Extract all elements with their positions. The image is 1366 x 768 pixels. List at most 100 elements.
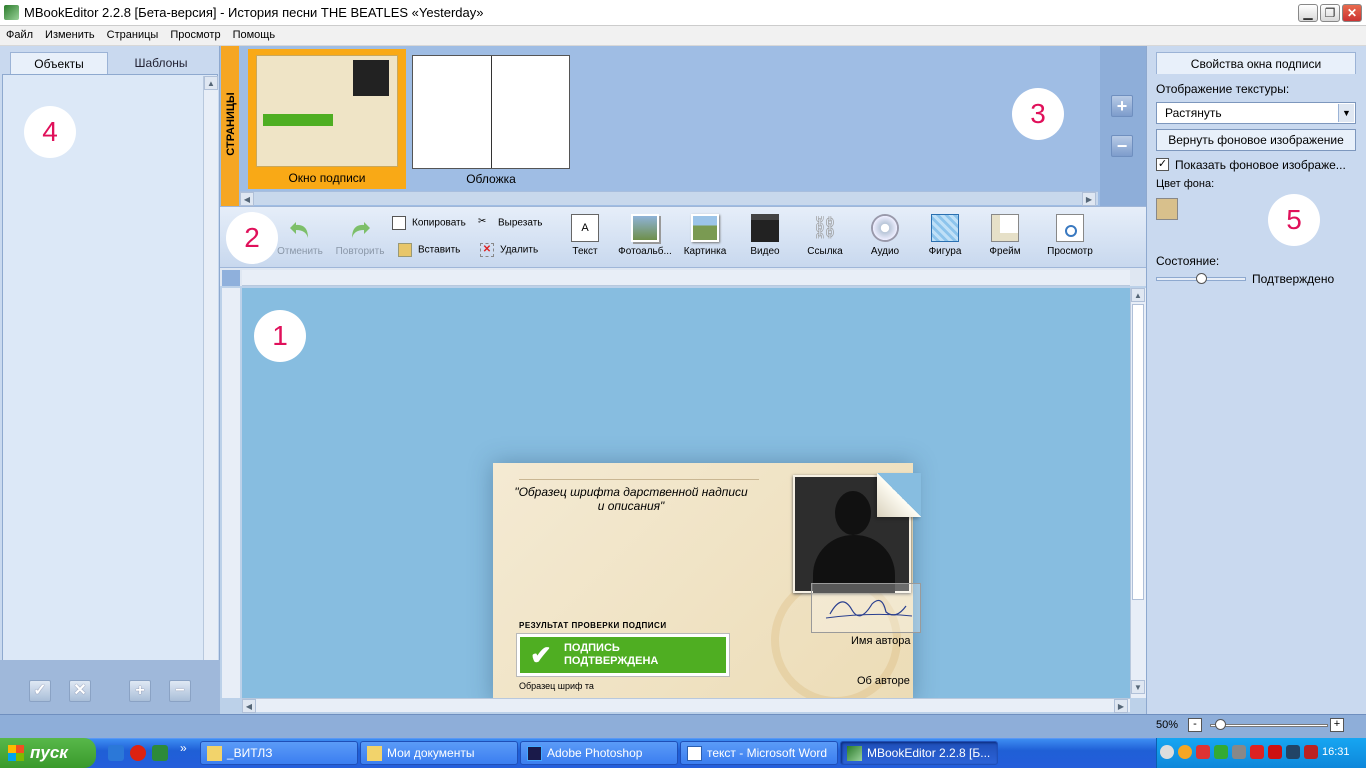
taskbar-item[interactable]: Мои документы [360,741,518,765]
signature-box[interactable] [811,583,921,633]
scroll-thumb[interactable] [1132,304,1144,600]
dedication-sample-text[interactable]: "Образец шрифта дарственной надписи и оп… [511,485,751,513]
scroll-up-arrow-icon[interactable]: ▲ [1131,288,1145,302]
delete-button[interactable]: ✕ Удалить [480,243,538,261]
zoom-increase-button[interactable]: + [1330,718,1344,732]
taskbar-item[interactable]: текст - Microsoft Word [680,741,838,765]
background-color-picker[interactable] [1156,198,1178,220]
zoom-out-button[interactable]: − [1111,135,1133,157]
signature-page[interactable]: "Образец шрифта дарственной надписи и оп… [493,463,921,698]
texture-select[interactable]: Растянуть ▼ [1156,102,1356,124]
tool-label: Видео [750,246,780,257]
thumbnail-preview [256,55,398,167]
canvas-horizontal-scrollbar[interactable]: ◀ ▶ [242,698,1130,713]
divider [519,479,759,480]
about-author-text[interactable]: Об авторе [857,675,910,687]
shape-tool-button[interactable]: Фигура [915,212,975,264]
zoom-in-button[interactable]: + [1111,95,1133,117]
quicklaunch-more-icon[interactable]: » [180,741,187,755]
editor-canvas[interactable]: "Образец шрифта дарственной надписи и оп… [242,288,1130,698]
clapperboard-icon [751,214,779,242]
confirm-button[interactable]: ✓ [29,680,51,702]
scroll-right-arrow-icon[interactable]: ▶ [1082,192,1096,206]
cut-label: Вырезать [498,217,543,229]
tray-app-icon[interactable] [1232,745,1246,759]
zoom-slider-handle[interactable] [1215,719,1226,730]
picture-tool-button[interactable]: Картинка [675,212,735,264]
cancel-button[interactable]: ✕ [69,680,91,702]
author-name-text[interactable]: Имя автора [851,635,910,647]
text-tool-button[interactable]: A Текст [555,212,615,264]
tray-app-icon[interactable] [1250,745,1264,759]
menu-help[interactable]: Помощь [227,26,282,41]
tab-signature-properties[interactable]: Свойства окна подписи [1156,52,1356,74]
tray-app-icon[interactable] [1286,745,1300,759]
photoshop-icon [527,746,542,761]
objects-list[interactable] [2,74,218,706]
menu-view[interactable]: Просмотр [164,26,226,41]
paste-button[interactable]: Вставить [398,243,460,261]
texture-label: Отображение текстуры: [1156,82,1290,96]
canvas-vertical-scrollbar[interactable]: ▲ ▼ [1130,288,1146,698]
video-tool-button[interactable]: Видео [735,212,795,264]
tab-objects[interactable]: Объекты [10,52,108,74]
preview-button[interactable]: Просмотр [1040,212,1100,264]
chevron-down-icon[interactable]: ▼ [1338,104,1354,122]
show-background-label: Показать фоновое изображе... [1175,158,1346,172]
copy-button[interactable]: Копировать [392,216,466,234]
cut-button[interactable]: ✂ Вырезать [478,216,542,234]
taskbar-item[interactable]: _ВИТЛЗ [200,741,358,765]
menu-pages[interactable]: Страницы [101,26,165,41]
text-icon: A [571,214,599,242]
page-thumbnail-cover[interactable] [412,55,570,169]
delete-icon: ✕ [480,243,494,257]
tray-app-icon[interactable] [1178,745,1192,759]
audio-tool-button[interactable]: Аудио [855,212,915,264]
tray-app-icon[interactable] [1214,745,1228,759]
signature-confirmed-banner[interactable]: ✔ ПОДПИСЬ ПОДТВЕРЖДЕНА [516,633,730,677]
menu-file[interactable]: Файл [0,26,39,41]
frame-tool-button[interactable]: Фрейм [975,212,1035,264]
scroll-down-arrow-icon[interactable]: ▼ [1131,680,1145,694]
maximize-button[interactable]: ❐ [1320,4,1340,22]
state-slider-handle[interactable] [1196,273,1207,284]
zoom-decrease-button[interactable]: - [1188,718,1202,732]
start-button[interactable]: пуск [0,738,96,768]
page-thumbnail-signature[interactable]: Окно подписи [248,49,406,189]
add-object-button[interactable]: + [129,680,151,702]
undo-button[interactable]: Отменить [270,212,330,264]
opera-icon[interactable] [130,745,146,761]
font-sample-text[interactable]: Образец шриф та [519,681,594,691]
remove-object-button[interactable]: − [169,680,191,702]
tray-app-icon[interactable] [1268,745,1282,759]
scroll-right-arrow-icon[interactable]: ▶ [1114,699,1128,713]
tab-templates[interactable]: Шаблоны [108,52,214,74]
pages-scrollbar[interactable]: ◀ ▶ [240,191,1098,206]
menu-edit[interactable]: Изменить [39,26,101,41]
tool-label: Текст [572,246,598,257]
photoalbum-tool-button[interactable]: Фотоальб... [615,212,675,264]
tray-app-icon[interactable] [1304,745,1318,759]
redo-button[interactable]: Повторить [330,212,390,264]
state-label: Состояние: [1156,254,1220,268]
minimize-button[interactable]: ▁ [1298,4,1318,22]
tray-app-icon[interactable] [1196,745,1210,759]
verification-result-title: РЕЗУЛЬТАТ ПРОВЕРКИ ПОДПИСИ [519,621,667,630]
callout-number: 5 [1268,194,1320,246]
banner-line-1: ПОДПИСЬ [564,642,620,654]
show-background-checkbox[interactable]: ✓ [1156,158,1169,171]
handwritten-signature-icon [825,599,913,619]
restore-background-button[interactable]: Вернуть фоновое изображение [1156,129,1356,151]
objects-scrollbar[interactable]: ▲ ▼ [203,76,218,704]
link-tool-button[interactable]: ⛓ Ссылка [795,212,855,264]
ie-icon[interactable] [108,745,124,761]
zoom-slider[interactable] [1210,724,1328,727]
close-button[interactable]: ✕ [1342,4,1362,22]
taskbar-item-active[interactable]: MBookEditor 2.2.8 [Б... [840,741,998,765]
scroll-left-arrow-icon[interactable]: ◀ [242,699,256,713]
quicklaunch-icon[interactable] [152,745,168,761]
tray-collapse-icon[interactable] [1160,745,1174,759]
scroll-left-arrow-icon[interactable]: ◀ [240,192,254,206]
scroll-up-arrow-icon[interactable]: ▲ [204,76,218,90]
taskbar-item[interactable]: Adobe Photoshop [520,741,678,765]
